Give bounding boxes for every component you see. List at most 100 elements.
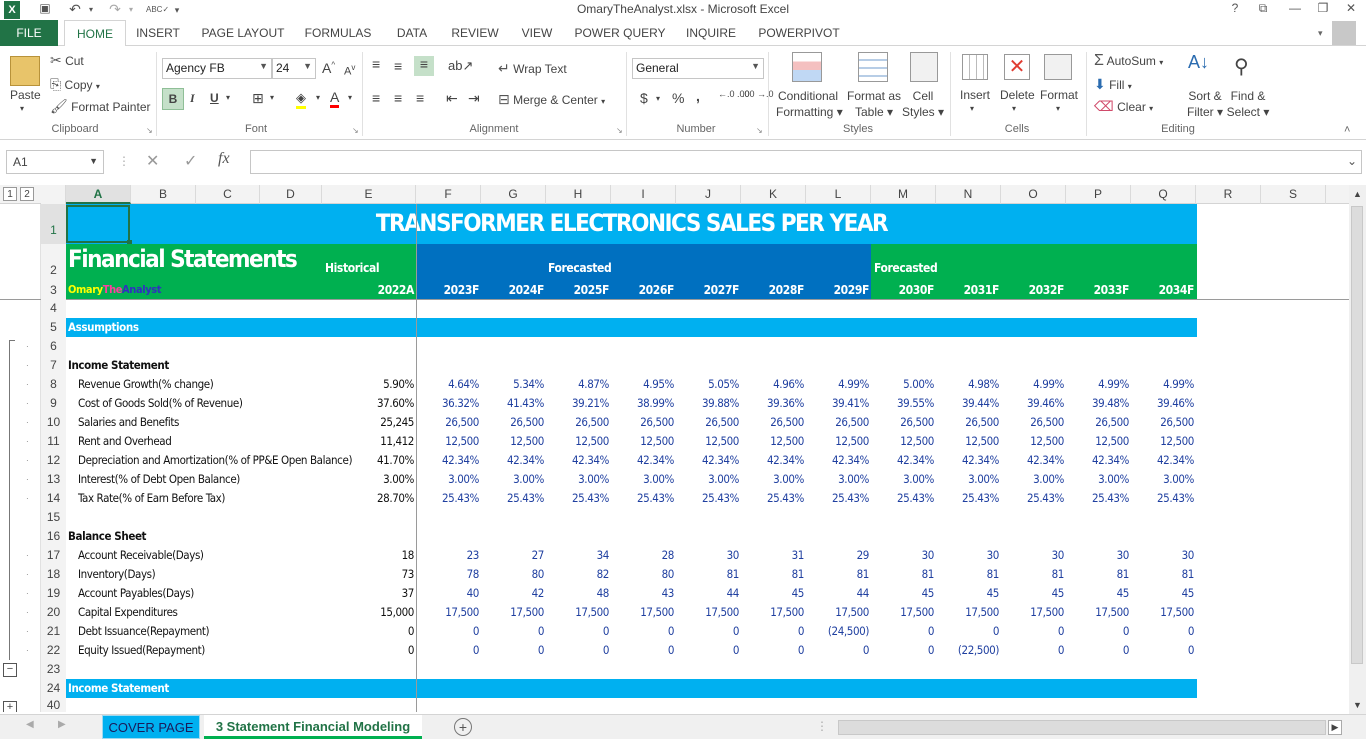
value-cell[interactable]: 3.00% [480,472,544,486]
value-cell[interactable]: 30 [675,548,740,562]
tab-power-query[interactable]: POWER QUERY [570,20,670,46]
value-cell[interactable]: 0 [935,624,1000,638]
value-cell[interactable]: 0 [480,624,545,638]
value-cell[interactable]: 25.43% [480,491,544,505]
value-cell[interactable]: 81 [805,567,870,581]
value-cell[interactable]: 17,500 [1000,605,1064,619]
value-cell[interactable]: 39.36% [740,396,804,410]
row-header[interactable]: 15 [41,508,66,527]
increase-indent-icon[interactable]: ⇥ [468,90,480,107]
tab-page-layout[interactable]: PAGE LAYOUT [196,20,290,46]
value-cell[interactable]: 42.34% [805,453,869,467]
value-cell[interactable]: 81 [675,567,740,581]
underline-dropdown-icon[interactable]: ▾ [226,93,230,102]
value-cell[interactable]: 0 [1000,643,1065,657]
scroll-up-icon[interactable]: ▲ [1349,185,1366,204]
copy-button[interactable]: ⎘ Copy ▾ [50,76,100,93]
horizontal-scroll-thumb[interactable] [838,720,1326,735]
value-cell[interactable]: 0 [1130,624,1195,638]
value-cell[interactable]: 23 [415,548,480,562]
value-cell[interactable]: 25.43% [870,491,934,505]
value-cell[interactable]: 42.34% [480,453,544,467]
value-cell[interactable]: 0 [675,624,740,638]
value-cell[interactable]: 39.44% [935,396,999,410]
value-cell[interactable]: 3.00% [1000,472,1064,486]
value-cell[interactable]: 34 [545,548,610,562]
value-cell[interactable]: 15,000 [350,605,414,619]
align-left-icon[interactable]: ≡ [372,90,380,106]
value-cell[interactable]: 28.70% [350,491,414,505]
decrease-decimal-button[interactable]: .00 →.0 [742,90,774,99]
value-cell[interactable]: 45 [870,586,935,600]
increase-decimal-button[interactable]: ←.0 .00 [718,90,750,99]
top-align-icon[interactable]: ≡ [372,56,380,72]
binoculars-icon[interactable]: ⚲ [1234,54,1249,79]
merge-center-button[interactable]: ⊟ Merge & Center ▾ [498,91,605,108]
value-cell[interactable]: 0 [610,624,675,638]
number-format-select[interactable]: General ▼ [632,58,764,79]
value-cell[interactable]: 17,500 [610,605,674,619]
value-cell[interactable]: 12,500 [675,434,739,448]
row-header[interactable]: 11 [41,432,66,451]
value-cell[interactable]: 12,500 [610,434,674,448]
value-cell[interactable]: 0 [545,624,610,638]
collapse-ribbon-icon[interactable]: ˄ [1344,124,1350,136]
value-cell[interactable]: 42.34% [740,453,804,467]
row-header[interactable]: 12 [41,451,66,470]
value-cell[interactable]: 17,500 [415,605,479,619]
add-sheet-button[interactable]: + [454,718,472,736]
font-name-select[interactable]: Agency FB ▼ [162,58,272,79]
tab-file[interactable]: FILE [0,20,58,46]
row-header[interactable]: 18 [41,565,66,584]
enter-icon[interactable]: ✓ [184,151,197,171]
value-cell[interactable]: 12,500 [1065,434,1129,448]
value-cell[interactable]: 17,500 [935,605,999,619]
column-header-s[interactable]: S [1261,185,1326,204]
fill-color-dropdown-icon[interactable]: ▾ [316,93,320,102]
value-cell[interactable]: 80 [610,567,675,581]
value-cell[interactable]: 18 [350,548,415,562]
value-cell[interactable]: 82 [545,567,610,581]
value-cell[interactable]: 30 [1130,548,1195,562]
value-cell[interactable]: 37.60% [350,396,414,410]
value-cell[interactable]: 38.99% [610,396,674,410]
value-cell[interactable]: 26,500 [1130,415,1194,429]
value-cell[interactable]: 4.99% [1000,377,1064,391]
value-cell[interactable]: 26,500 [740,415,804,429]
value-cell[interactable]: 31 [740,548,805,562]
value-cell[interactable]: 17,500 [805,605,869,619]
value-cell[interactable]: 73 [350,567,415,581]
borders-icon[interactable]: ⊞ [252,90,264,107]
paste-icon[interactable] [10,56,40,86]
value-cell[interactable]: 17,500 [545,605,609,619]
value-cell[interactable]: 0 [740,643,805,657]
sheet-tab-3-statement[interactable]: 3 Statement Financial Modeling [204,715,422,739]
value-cell[interactable]: 0 [610,643,675,657]
autosum-button[interactable]: Σ AutoSum ▾ [1094,52,1163,70]
value-cell[interactable]: 45 [1000,586,1065,600]
tab-inquire[interactable]: INQUIRE [680,20,742,46]
value-cell[interactable]: 25.43% [415,491,479,505]
tab-formulas[interactable]: FORMULAS [298,20,378,46]
value-cell[interactable]: 0 [870,643,935,657]
column-header-e[interactable]: E [322,185,416,204]
value-cell[interactable]: 45 [935,586,1000,600]
select-all-button[interactable] [41,185,66,204]
value-cell[interactable]: 25.43% [1000,491,1064,505]
column-header-c[interactable]: C [196,185,260,204]
value-cell[interactable]: 39.55% [870,396,934,410]
font-color-dropdown-icon[interactable]: ▾ [348,93,352,102]
value-cell[interactable]: 3.00% [675,472,739,486]
italic-button[interactable]: I [190,91,195,106]
value-cell[interactable]: 12,500 [805,434,869,448]
row-header[interactable]: 4 [41,299,66,318]
value-cell[interactable]: 12,500 [1130,434,1194,448]
formula-input[interactable]: ⌄ [250,150,1362,174]
underline-button[interactable]: U [210,91,219,105]
outline-expand-button[interactable]: + [3,701,17,712]
value-cell[interactable]: 30 [935,548,1000,562]
value-cell[interactable]: 29 [805,548,870,562]
outline-level-2-button[interactable]: 2 [20,187,34,201]
value-cell[interactable]: 26,500 [870,415,934,429]
value-cell[interactable]: 4.87% [545,377,609,391]
